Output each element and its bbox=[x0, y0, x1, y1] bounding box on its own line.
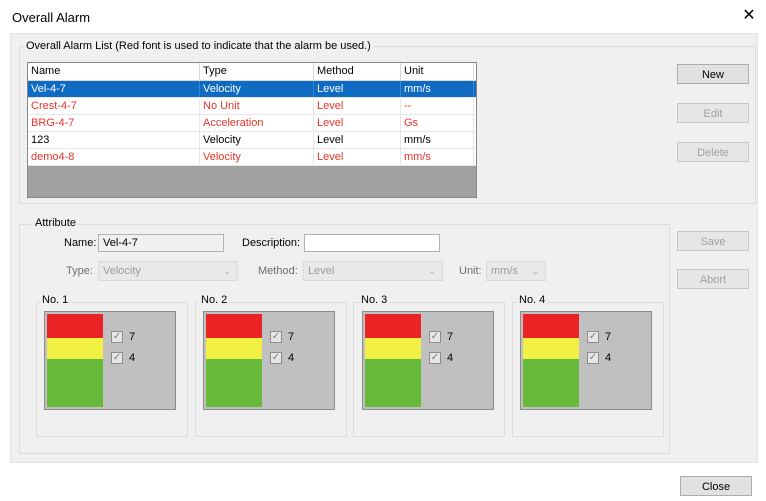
row-unit: mm/s bbox=[401, 81, 474, 97]
alarm-list-legend: Overall Alarm List (Red font is used to … bbox=[24, 40, 373, 52]
warning-zone bbox=[365, 338, 421, 359]
row-type: No Unit bbox=[200, 98, 314, 114]
low-level-value: 4 bbox=[447, 352, 454, 364]
high-level-value: 7 bbox=[605, 331, 612, 343]
description-field[interactable] bbox=[304, 234, 440, 252]
level-label: No. 1 bbox=[40, 294, 71, 306]
normal-zone bbox=[47, 359, 103, 407]
row-method: Level bbox=[314, 149, 401, 165]
level-label: No. 2 bbox=[199, 294, 230, 306]
row-type: Velocity bbox=[200, 132, 314, 148]
alarm-level-gauge: ✓ 7 ✓ 4 bbox=[44, 311, 176, 410]
column-header-unit[interactable]: Unit bbox=[401, 63, 474, 80]
list-row[interactable]: Vel-4-7 Velocity Level mm/s bbox=[28, 81, 476, 98]
high-level-checkbox[interactable]: ✓ bbox=[587, 331, 599, 343]
alarm-level-gauge: ✓ 7 ✓ 4 bbox=[520, 311, 652, 410]
alarm-level-gauge: ✓ 7 ✓ 4 bbox=[203, 311, 335, 410]
low-level-checkbox[interactable]: ✓ bbox=[587, 352, 599, 364]
name-label: Name: bbox=[64, 237, 97, 249]
chevron-down-icon: ⌄ bbox=[531, 266, 539, 276]
row-name: BRG-4-7 bbox=[28, 115, 200, 131]
new-button[interactable]: New bbox=[677, 64, 749, 84]
low-level-value: 4 bbox=[605, 352, 612, 364]
close-icon[interactable]: ✕ bbox=[741, 8, 757, 24]
chevron-down-icon: ⌄ bbox=[428, 266, 436, 276]
description-label: Description: bbox=[242, 237, 301, 249]
delete-button[interactable]: Delete bbox=[677, 142, 749, 162]
row-name: demo4-8 bbox=[28, 149, 200, 165]
row-name: 123 bbox=[28, 132, 200, 148]
warning-zone bbox=[206, 338, 262, 359]
row-name: Vel-4-7 bbox=[28, 81, 200, 97]
row-unit: mm/s bbox=[401, 149, 474, 165]
normal-zone bbox=[206, 359, 262, 407]
row-unit: Gs bbox=[401, 115, 474, 131]
type-select-value: Velocity bbox=[103, 265, 141, 277]
name-field[interactable]: Vel-4-7 bbox=[98, 234, 224, 252]
close-button[interactable]: Close bbox=[680, 476, 752, 496]
row-type: Velocity bbox=[200, 149, 314, 165]
alarm-list[interactable]: Name Type Method Unit Vel-4-7 Velocity L… bbox=[27, 62, 477, 198]
row-unit: -- bbox=[401, 98, 474, 114]
high-level-checkbox[interactable]: ✓ bbox=[270, 331, 282, 343]
low-level-value: 4 bbox=[129, 352, 136, 364]
column-header-name[interactable]: Name bbox=[28, 63, 200, 80]
column-header-method[interactable]: Method bbox=[314, 63, 401, 80]
method-label: Method: bbox=[258, 265, 298, 277]
high-level-checkbox[interactable]: ✓ bbox=[111, 331, 123, 343]
row-unit: mm/s bbox=[401, 132, 474, 148]
row-type: Velocity bbox=[200, 81, 314, 97]
alarm-level-gauge: ✓ 7 ✓ 4 bbox=[362, 311, 494, 410]
alarm-zone bbox=[365, 314, 421, 338]
unit-select[interactable]: mm/s ⌄ bbox=[486, 261, 546, 281]
list-row[interactable]: demo4-8 Velocity Level mm/s bbox=[28, 149, 476, 166]
method-select-value: Level bbox=[308, 265, 335, 277]
alarm-zone bbox=[206, 314, 262, 338]
type-label: Type: bbox=[66, 265, 93, 277]
list-row[interactable]: Crest-4-7 No Unit Level -- bbox=[28, 98, 476, 115]
method-select[interactable]: Level ⌄ bbox=[303, 261, 443, 281]
type-select[interactable]: Velocity ⌄ bbox=[98, 261, 238, 281]
low-level-checkbox[interactable]: ✓ bbox=[111, 352, 123, 364]
list-row[interactable]: 123 Velocity Level mm/s bbox=[28, 132, 476, 149]
level-label: No. 4 bbox=[517, 294, 548, 306]
row-method: Level bbox=[314, 98, 401, 114]
high-level-value: 7 bbox=[288, 331, 295, 343]
alarm-zone bbox=[47, 314, 103, 338]
edit-button[interactable]: Edit bbox=[677, 103, 749, 123]
row-method: Level bbox=[314, 81, 401, 97]
low-level-value: 4 bbox=[288, 352, 295, 364]
high-level-checkbox[interactable]: ✓ bbox=[429, 331, 441, 343]
unit-label: Unit: bbox=[459, 265, 482, 277]
list-header: Name Type Method Unit bbox=[28, 63, 476, 81]
window-title: Overall Alarm bbox=[12, 10, 91, 25]
abort-button[interactable]: Abort bbox=[677, 269, 749, 289]
chevron-down-icon: ⌄ bbox=[223, 266, 231, 276]
level-label: No. 3 bbox=[359, 294, 390, 306]
normal-zone bbox=[523, 359, 579, 407]
row-name: Crest-4-7 bbox=[28, 98, 200, 114]
high-level-value: 7 bbox=[447, 331, 454, 343]
row-type: Acceleration bbox=[200, 115, 314, 131]
alarm-zone bbox=[523, 314, 579, 338]
row-method: Level bbox=[314, 115, 401, 131]
list-row[interactable]: BRG-4-7 Acceleration Level Gs bbox=[28, 115, 476, 132]
low-level-checkbox[interactable]: ✓ bbox=[429, 352, 441, 364]
high-level-value: 7 bbox=[129, 331, 136, 343]
save-button[interactable]: Save bbox=[677, 231, 749, 251]
row-method: Level bbox=[314, 132, 401, 148]
unit-select-value: mm/s bbox=[491, 265, 518, 277]
normal-zone bbox=[365, 359, 421, 407]
low-level-checkbox[interactable]: ✓ bbox=[270, 352, 282, 364]
attribute-legend: Attribute bbox=[33, 217, 78, 229]
warning-zone bbox=[47, 338, 103, 359]
column-header-type[interactable]: Type bbox=[200, 63, 314, 80]
warning-zone bbox=[523, 338, 579, 359]
